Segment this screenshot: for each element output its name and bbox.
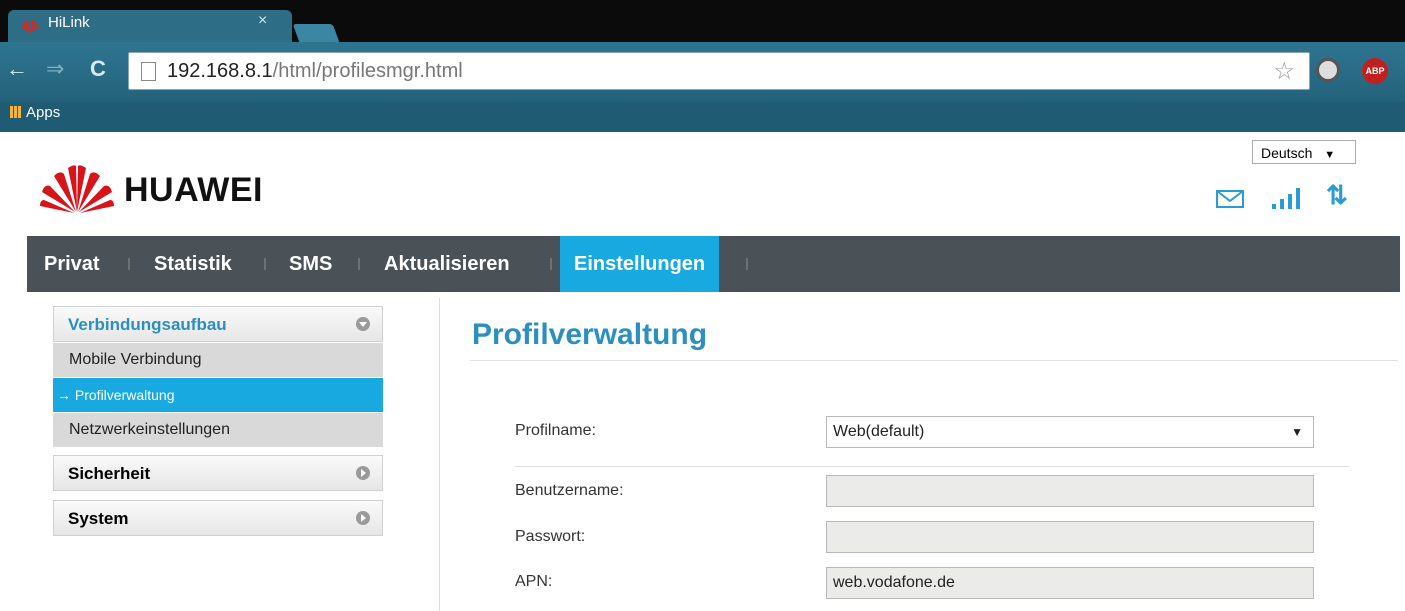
tab-title: HiLink	[48, 14, 90, 31]
nav-sms[interactable]: SMS	[289, 236, 332, 292]
nav-separator	[264, 258, 266, 270]
page-title: Profilverwaltung	[472, 318, 708, 351]
nav-einstellungen[interactable]: Einstellungen	[560, 236, 720, 292]
form-divider	[515, 466, 1349, 467]
dropdown-arrow-icon: ▼	[1291, 425, 1303, 439]
profilname-label: Profilname:	[515, 422, 596, 439]
new-tab-button[interactable]	[292, 24, 340, 42]
sidebar-section-label: Verbindungsaufbau	[68, 315, 227, 334]
page-icon	[141, 62, 156, 81]
extension-icon[interactable]	[1316, 58, 1340, 82]
apn-field[interactable]: web.vodafone.de	[826, 567, 1314, 599]
benutzername-field[interactable]	[826, 475, 1314, 507]
content-divider	[439, 298, 440, 611]
nav-separator	[358, 258, 360, 270]
apps-grid-icon	[10, 106, 22, 118]
sidebar-section-verbindungsaufbau[interactable]: Verbindungsaufbau	[53, 306, 383, 342]
language-select[interactable]: Deutsch ▼	[1252, 140, 1356, 164]
signal-strength-icon	[1272, 188, 1300, 209]
url-text: 192.168.8.1/html/profilesmgr.html	[167, 60, 463, 82]
sidebar-section-label: Sicherheit	[68, 464, 151, 483]
apn-label: APN:	[515, 573, 553, 590]
tab-close-icon[interactable]: ×	[258, 12, 267, 30]
benutzername-label: Benutzername:	[515, 482, 624, 499]
title-divider	[470, 360, 1398, 361]
nav-privat[interactable]: Privat	[44, 236, 100, 292]
nav-separator	[746, 258, 748, 270]
chevron-right-icon	[356, 511, 370, 525]
apps-bookmark[interactable]: Apps	[10, 104, 60, 121]
bookmark-star-icon[interactable]: ☆	[1273, 57, 1295, 86]
adblock-plus-icon[interactable]: ABP	[1362, 58, 1388, 84]
huawei-favicon-icon	[21, 20, 39, 33]
nav-separator	[550, 258, 552, 270]
sidebar-section-label: System	[68, 509, 129, 528]
nav-aktualisieren[interactable]: Aktualisieren	[384, 236, 510, 292]
profilname-select[interactable]: Web(default) ▼	[826, 416, 1314, 448]
sidebar-item-mobile-verbindung[interactable]: Mobile Verbindung	[53, 343, 383, 377]
dropdown-arrow-icon: ▼	[1324, 149, 1336, 161]
huawei-logo-icon	[40, 165, 114, 213]
sidebar-item-netzwerkeinstellungen[interactable]: Netzwerkeinstellungen	[53, 413, 383, 447]
profilname-value: Web(default)	[833, 423, 925, 440]
passwort-field[interactable]	[826, 521, 1314, 553]
forward-icon[interactable]: ⇒	[46, 56, 64, 82]
nav-statistik[interactable]: Statistik	[154, 236, 232, 292]
passwort-label: Passwort:	[515, 528, 586, 545]
chevron-down-icon	[356, 317, 370, 331]
sidebar-section-sicherheit[interactable]: Sicherheit	[53, 455, 383, 491]
chevron-right-icon	[356, 466, 370, 480]
reload-icon[interactable]: C	[90, 56, 106, 82]
mail-icon[interactable]	[1216, 190, 1244, 208]
bookmarks-bar	[0, 102, 1405, 132]
sidebar-item-profilverwaltung[interactable]: → Profilverwaltung	[53, 378, 383, 412]
back-icon[interactable]: ←	[6, 56, 28, 82]
sidebar-section-system[interactable]: System	[53, 500, 383, 536]
nav-separator	[128, 258, 130, 270]
address-bar[interactable]: 192.168.8.1/html/profilesmgr.html ☆	[128, 52, 1310, 90]
data-transfer-icon: ⇅	[1326, 180, 1348, 210]
brand-name: HUAWEI	[124, 171, 263, 209]
